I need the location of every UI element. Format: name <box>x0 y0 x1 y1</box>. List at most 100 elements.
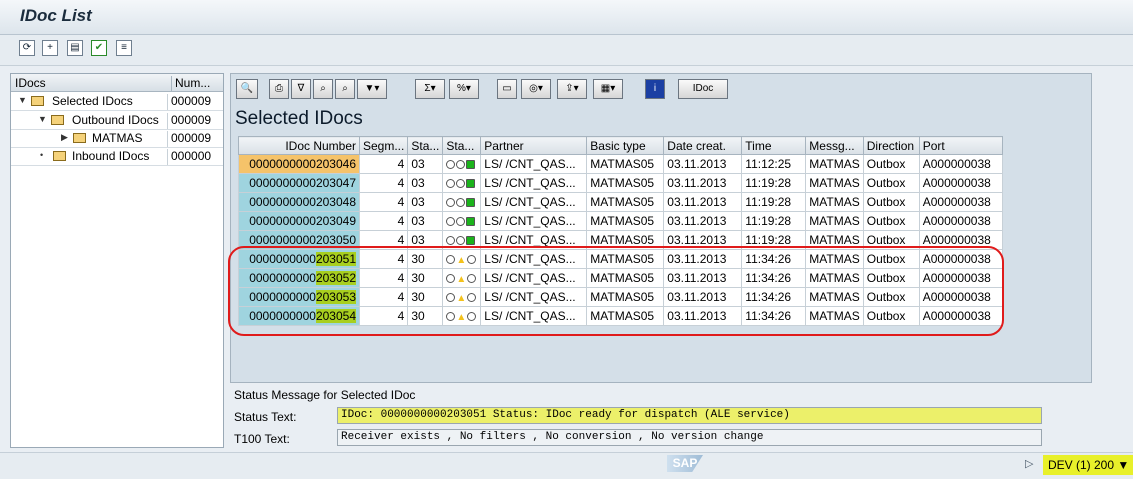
cell-idoc-number[interactable]: 0000000000203049 <box>238 211 360 231</box>
table-row[interactable]: 0000000000203047 4 03 LS/ /CNT_QAS... MATMAS… <box>238 173 1003 193</box>
tree-item-inbound-idocs[interactable]: • Inbound IDocs 000000 <box>11 147 223 166</box>
cell-message-type[interactable]: MATMAS <box>805 154 864 174</box>
cell-segments[interactable]: 4 <box>358 192 409 212</box>
cell-status-lights[interactable] <box>442 173 482 193</box>
cell-segments[interactable]: 4 <box>358 154 409 174</box>
table-row[interactable]: 0000000000203048 4 03 LS/ /CNT_QAS... MATMAS… <box>238 192 1003 212</box>
cell-direction[interactable]: Outbox <box>862 154 920 174</box>
cell-idoc-number[interactable]: 0000000000203046 <box>238 154 360 174</box>
tree-item-count: 000009 <box>167 94 211 110</box>
cell-date-created[interactable]: 03.11.2013 <box>663 192 743 212</box>
cell-idoc-number[interactable]: 0000000000203048 <box>238 192 360 212</box>
col-partner[interactable]: Partner <box>480 136 588 155</box>
new-selection-icon[interactable]: + <box>42 40 58 56</box>
cell-time[interactable]: 11:19:28 <box>741 173 807 193</box>
tree-item-outbound-idocs[interactable]: ▼ Outbound IDocs 000009 <box>11 111 223 130</box>
cell-basic-type[interactable]: MATMAS05 <box>586 154 665 174</box>
cell-time[interactable]: 11:19:28 <box>741 211 807 231</box>
cell-message-type[interactable]: MATMAS <box>805 192 864 212</box>
cell-partner[interactable]: LS/ /CNT_QAS... <box>480 154 588 174</box>
find-icon[interactable]: ⌕ <box>313 79 333 99</box>
check-icon[interactable]: ✔ <box>91 40 107 56</box>
cell-direction[interactable]: Outbox <box>862 192 920 212</box>
list-icon[interactable]: ≡ <box>116 40 132 56</box>
filter-icon[interactable]: ∇ <box>291 79 311 99</box>
cell-date-created[interactable]: 03.11.2013 <box>663 154 743 174</box>
cell-date-created[interactable]: 03.11.2013 <box>663 211 743 231</box>
info-icon[interactable]: i <box>645 79 665 99</box>
cell-status[interactable]: 03 <box>407 154 444 174</box>
cell-basic-type[interactable]: MATMAS05 <box>586 192 665 212</box>
cell-segments[interactable]: 4 <box>358 211 409 231</box>
subtotal-dropdown-icon[interactable]: %▾ <box>449 79 479 99</box>
layout-dropdown-icon[interactable]: ▦▾ <box>593 79 623 99</box>
set-filter-dropdown-icon[interactable]: ▼▾ <box>357 79 387 99</box>
traffic-light-off-icon <box>446 217 456 226</box>
export-dropdown-icon[interactable]: ⇪▾ <box>557 79 587 99</box>
find-next-icon[interactable]: ⌕ <box>335 79 355 99</box>
col-direction[interactable]: Direction <box>862 136 920 155</box>
t100-text-field[interactable]: Receiver exists , No filters , No conver… <box>337 429 1042 446</box>
print-preview-icon[interactable]: ▭ <box>497 79 517 99</box>
idoc-number-prefix: 0000000000203048 <box>249 195 356 209</box>
cell-partner[interactable]: LS/ /CNT_QAS... <box>480 211 588 231</box>
tree-item-label: Outbound IDocs <box>72 113 159 127</box>
cell-partner[interactable]: LS/ /CNT_QAS... <box>480 173 588 193</box>
col-status-lights[interactable]: Sta... <box>442 136 482 155</box>
cell-basic-type[interactable]: MATMAS05 <box>586 173 665 193</box>
tree-item-matmas[interactable]: ▶ MATMAS 000009 <box>11 129 223 148</box>
tree-col-idocs[interactable]: IDocs <box>15 76 46 90</box>
cell-status-lights[interactable] <box>442 192 482 212</box>
cell-time[interactable]: 11:19:28 <box>741 192 807 212</box>
col-time[interactable]: Time <box>741 136 807 155</box>
collapse-triangle-icon[interactable]: ▶ <box>61 132 68 143</box>
cell-idoc-number[interactable]: 0000000000203047 <box>238 173 360 193</box>
expand-status-icon[interactable]: ▷ <box>1025 457 1033 470</box>
col-port[interactable]: Port <box>918 136 1003 155</box>
expand-triangle-icon[interactable]: ▼ <box>18 95 27 105</box>
cell-message-type[interactable]: MATMAS <box>805 173 864 193</box>
table-row[interactable]: 0000000000203046 4 03 LS/ /CNT_QAS... MATMAS… <box>238 154 1003 174</box>
expand-triangle-icon[interactable]: ▼ <box>38 114 47 124</box>
cell-partner[interactable]: LS/ /CNT_QAS... <box>480 192 588 212</box>
cell-time[interactable]: 11:12:25 <box>741 154 807 174</box>
traffic-light-off-icon <box>446 198 456 207</box>
cell-port[interactable]: A000000038 <box>918 173 1003 193</box>
cell-segments[interactable]: 4 <box>358 173 409 193</box>
table-header-row: IDoc Number Segm... Sta... Sta... Partne… <box>238 136 1003 155</box>
print-icon[interactable]: ⎙ <box>269 79 289 99</box>
cell-basic-type[interactable]: MATMAS05 <box>586 211 665 231</box>
cell-direction[interactable]: Outbox <box>862 173 920 193</box>
idoc-button[interactable]: IDoc <box>678 79 728 99</box>
refresh-icon[interactable]: ⟳ <box>19 40 35 56</box>
cell-status[interactable]: 03 <box>407 211 444 231</box>
cell-message-type[interactable]: MATMAS <box>805 211 864 231</box>
bullet-icon: • <box>40 150 44 160</box>
cell-port[interactable]: A000000038 <box>918 154 1003 174</box>
col-date-created[interactable]: Date creat. <box>663 136 743 155</box>
details-icon[interactable]: 🔍 <box>236 79 258 99</box>
col-status[interactable]: Sta... <box>407 136 444 155</box>
cell-direction[interactable]: Outbox <box>862 211 920 231</box>
display-icon[interactable]: ▤ <box>67 40 83 56</box>
tree-item-selected-idocs[interactable]: ▼ Selected IDocs 000009 <box>11 92 223 111</box>
tree-item-label: Inbound IDocs <box>72 149 150 163</box>
tree-col-num[interactable]: Num... <box>171 76 210 91</box>
sum-dropdown-icon[interactable]: Σ▾ <box>415 79 445 99</box>
cell-status-lights[interactable] <box>442 154 482 174</box>
cell-port[interactable]: A000000038 <box>918 211 1003 231</box>
view-dropdown-icon[interactable]: ◎▾ <box>521 79 551 99</box>
cell-status[interactable]: 03 <box>407 173 444 193</box>
status-text-field[interactable]: IDoc: 0000000000203051 Status: IDoc read… <box>337 407 1042 424</box>
system-info[interactable]: DEV (1) 200 ▼ <box>1043 455 1133 475</box>
cell-date-created[interactable]: 03.11.2013 <box>663 173 743 193</box>
status-bar <box>0 452 1133 479</box>
col-basic-type[interactable]: Basic type <box>586 136 665 155</box>
col-segments[interactable]: Segm... <box>358 136 409 155</box>
cell-status-lights[interactable] <box>442 211 482 231</box>
col-idoc-number[interactable]: IDoc Number <box>238 136 360 155</box>
cell-status[interactable]: 03 <box>407 192 444 212</box>
table-row[interactable]: 0000000000203049 4 03 LS/ /CNT_QAS... MATMAS… <box>238 211 1003 231</box>
cell-port[interactable]: A000000038 <box>918 192 1003 212</box>
col-message-type[interactable]: Messg... <box>805 136 864 155</box>
